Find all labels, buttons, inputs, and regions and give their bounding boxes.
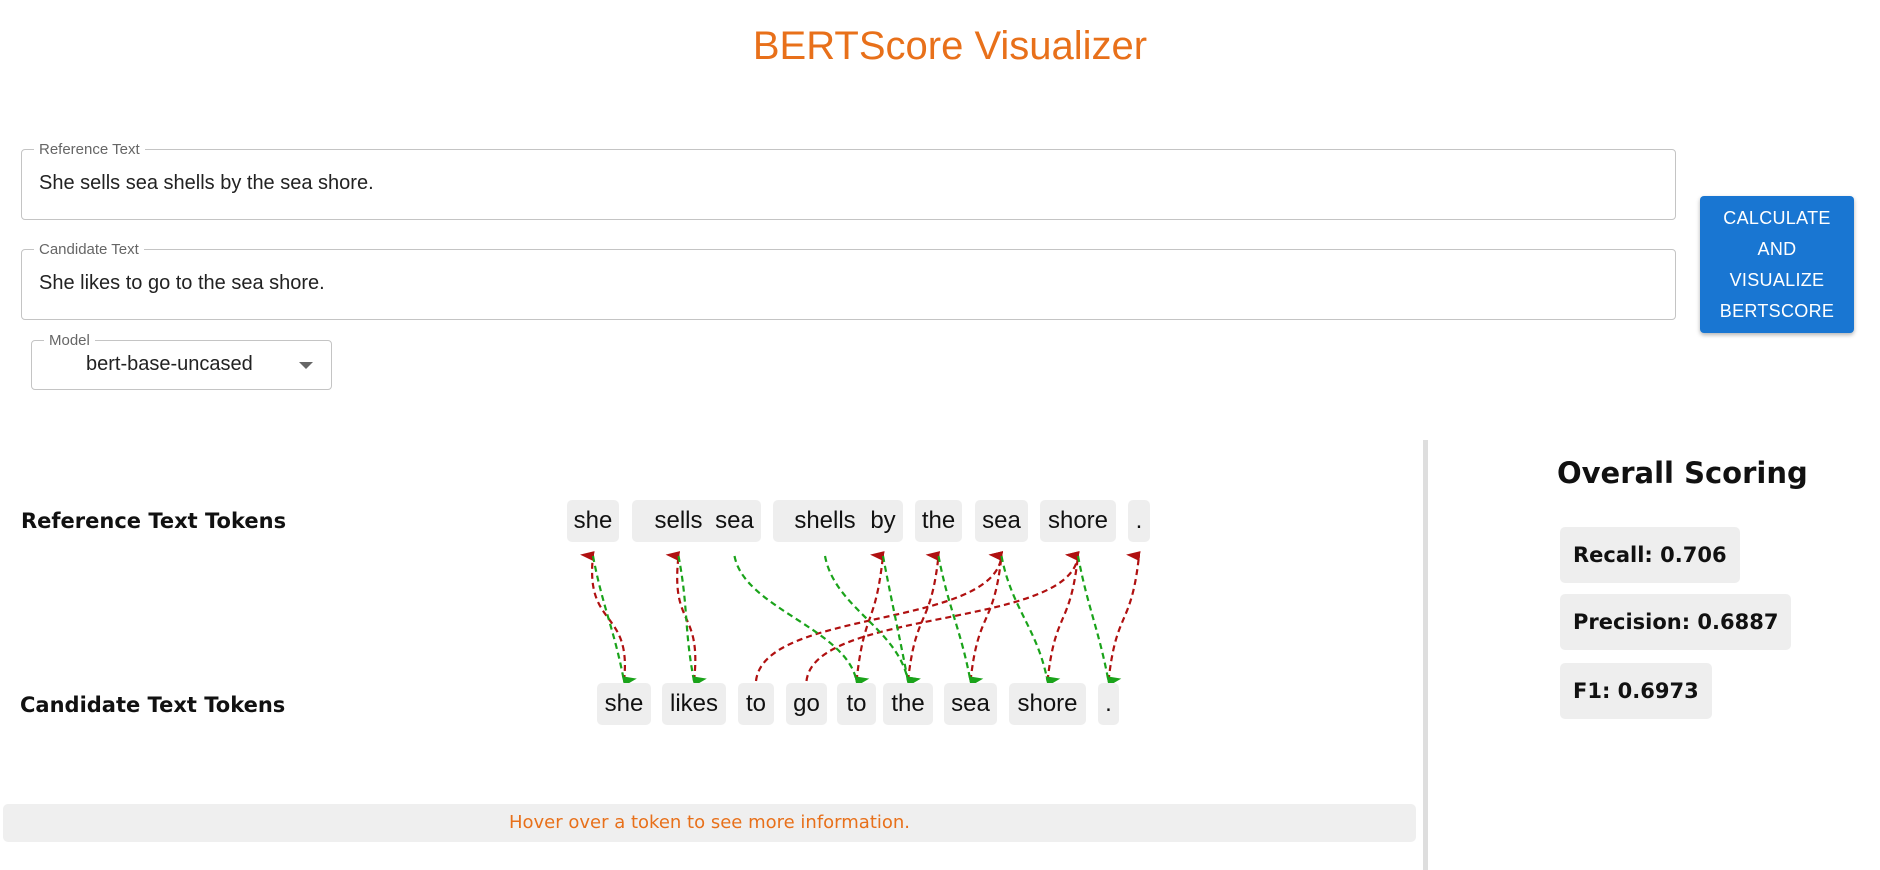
candidate-token[interactable]: to: [837, 683, 876, 725]
f1-score: F1: 0.6973: [1560, 663, 1712, 719]
reference-token[interactable]: the: [915, 500, 962, 542]
candidate-token[interactable]: shore: [1009, 683, 1086, 725]
divider: [1423, 440, 1428, 870]
reference-token[interactable]: sea: [708, 500, 761, 542]
reference-token[interactable]: she: [567, 500, 619, 542]
candidate-token[interactable]: sea: [944, 683, 997, 725]
reference-token[interactable]: sea: [975, 500, 1028, 542]
hover-hint: Hover over a token to see more informati…: [3, 804, 1416, 842]
recall-arrow: [906, 551, 941, 682]
token-alignment-arrows: [580, 551, 1141, 687]
calculate-button[interactable]: CALCULATE AND VISUALIZE BERTSCORE: [1700, 196, 1854, 333]
candidate-token[interactable]: to: [738, 683, 774, 725]
candidate-token[interactable]: likes: [662, 683, 726, 725]
candidate-token[interactable]: the: [883, 683, 933, 725]
candidate-token[interactable]: she: [597, 683, 651, 725]
reference-token[interactable]: by: [863, 500, 903, 542]
recall-arrow: [805, 551, 1080, 682]
reference-token[interactable]: .: [1128, 500, 1150, 542]
precision-arrow: [677, 555, 707, 687]
calculate-button-label: CALCULATE AND VISUALIZE BERTSCORE: [1719, 207, 1835, 321]
reference-token[interactable]: shells: [773, 500, 877, 542]
recall-arrow: [969, 551, 1004, 682]
precision-arrow: [1000, 555, 1061, 687]
precision-arrow: [881, 555, 921, 687]
precision-arrow: [591, 555, 637, 687]
precision-score: Precision: 0.6887: [1560, 594, 1792, 650]
precision-arrow: [1076, 555, 1122, 687]
recall-arrow: [754, 551, 1004, 682]
recall-score: Recall: 0.706: [1560, 527, 1740, 583]
recall-arrow: [1046, 551, 1080, 682]
candidate-token[interactable]: .: [1098, 683, 1119, 725]
reference-token[interactable]: shore: [1040, 500, 1116, 542]
candidate-token[interactable]: go: [786, 683, 827, 725]
precision-arrow: [733, 555, 870, 687]
overall-scoring-title: Overall Scoring: [1557, 456, 1808, 490]
recall-arrow: [1107, 551, 1141, 682]
precision-arrow: [937, 555, 984, 687]
